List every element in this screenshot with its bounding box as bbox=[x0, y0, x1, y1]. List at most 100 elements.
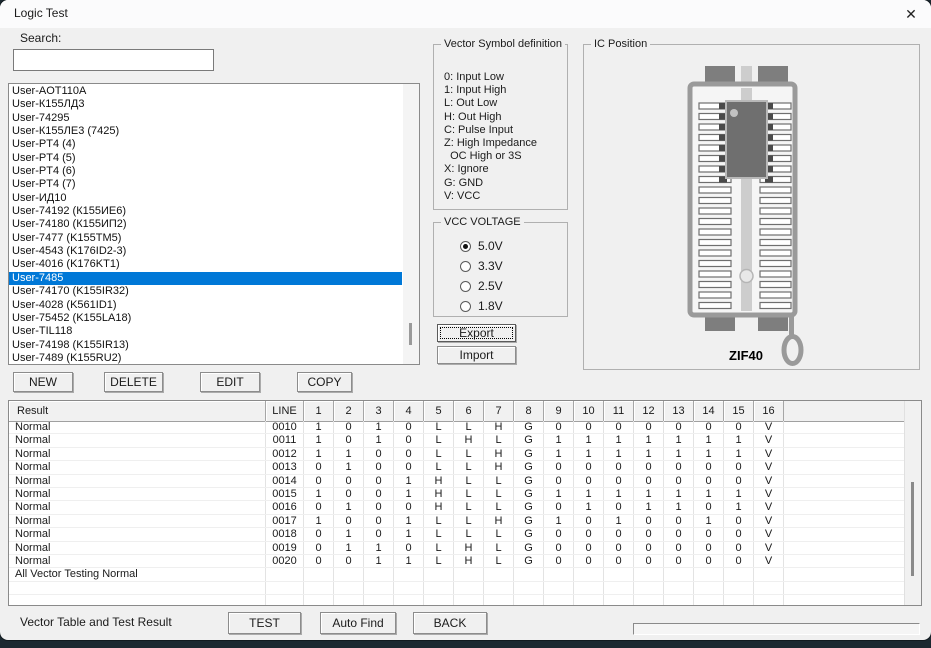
chip-list[interactable]: User-AOT110A User-К155ЛД3 User-74295 User-К… bbox=[8, 83, 420, 365]
cell-pin: H bbox=[454, 541, 484, 554]
cell-result: Normal bbox=[9, 434, 266, 447]
cell-pin: 1 bbox=[604, 447, 634, 461]
list-item[interactable]: User-К155ЛД3 bbox=[9, 98, 402, 111]
table-row[interactable]: Normal 0017 1 0 0 1 L L H G 1 0 1 0 0 1 0 V bbox=[9, 514, 905, 529]
cell-pin: 0 bbox=[574, 541, 604, 554]
table-row[interactable]: Normal 0011 1 0 1 0 L H L G 1 1 1 1 1 1 1 V bbox=[9, 434, 905, 448]
table-empty-row[interactable] bbox=[9, 595, 905, 605]
footer-label: Vector Table and Test Result bbox=[20, 615, 172, 629]
radio-icon[interactable] bbox=[460, 240, 471, 252]
cell-pin: 0 bbox=[364, 528, 394, 541]
table-row[interactable]: Normal 0018 0 1 0 1 L L L G 0 0 0 0 0 0 0 V bbox=[9, 528, 905, 542]
list-item[interactable]: User-4028 (K561ID1) bbox=[9, 299, 402, 312]
list-item[interactable]: User-74180 (К155ИП2) bbox=[9, 218, 402, 231]
table-row[interactable]: Normal 0014 0 0 0 1 H L L G 0 0 0 0 0 0 0 V bbox=[9, 474, 905, 488]
radio-icon[interactable] bbox=[460, 300, 471, 312]
list-item[interactable]: User-PT4 (5) bbox=[9, 152, 402, 165]
cell-pin: 1 bbox=[634, 501, 664, 514]
cell-pin bbox=[544, 568, 574, 581]
cell-result bbox=[9, 581, 266, 595]
new-button[interactable]: NEW bbox=[13, 372, 73, 392]
edit-button[interactable]: EDIT bbox=[200, 372, 260, 392]
cell-pin: H bbox=[454, 554, 484, 568]
list-scrollbar[interactable] bbox=[403, 84, 419, 364]
table-row[interactable]: Normal 0015 1 0 0 1 H L L G 1 1 1 1 1 1 1 V bbox=[9, 487, 905, 502]
cell-pin: G bbox=[514, 487, 544, 501]
cell-pin: L bbox=[454, 447, 484, 461]
cell-filler bbox=[784, 475, 905, 487]
cell-pin: 0 bbox=[604, 554, 634, 568]
table-row[interactable]: Normal 0019 0 1 1 0 L H L G 0 0 0 0 0 0 0 V bbox=[9, 541, 905, 555]
table-scrollbar-thumb[interactable] bbox=[911, 482, 914, 576]
cell-pin: 1 bbox=[304, 447, 334, 461]
list-item[interactable]: User-74170 (K155IR32) bbox=[9, 285, 402, 298]
list-item[interactable]: User-PT4 (6) bbox=[9, 165, 402, 178]
delete-button[interactable]: DELETE bbox=[104, 372, 163, 392]
auto-find-button[interactable]: Auto Find bbox=[320, 612, 396, 634]
cell-line: 0013 bbox=[266, 461, 304, 474]
list-item[interactable]: User-7485 bbox=[9, 271, 402, 286]
list-item[interactable]: User-К155ЛЕ3 (7425) bbox=[9, 125, 402, 138]
window-title: Logic Test bbox=[14, 6, 68, 20]
cell-pin: 0 bbox=[634, 541, 664, 554]
cell-result: Normal bbox=[9, 421, 266, 434]
import-button[interactable]: Import bbox=[437, 346, 516, 364]
cell-pin: 0 bbox=[364, 501, 394, 514]
back-button[interactable]: BACK bbox=[413, 612, 487, 634]
cell-pin: 1 bbox=[394, 528, 424, 541]
radio-icon[interactable] bbox=[460, 280, 471, 292]
cell-pin: 0 bbox=[334, 554, 364, 568]
cell-pin: G bbox=[514, 434, 544, 447]
list-item[interactable]: User-4016 (K176KT1) bbox=[9, 258, 402, 271]
cell-pin: 0 bbox=[604, 541, 634, 554]
table-row[interactable]: Normal 0012 1 1 0 0 L L H G 1 1 1 1 1 1 1 V bbox=[9, 447, 905, 462]
cell-result: Normal bbox=[9, 474, 266, 487]
cell-pin bbox=[664, 581, 694, 595]
table-row[interactable]: Normal 0020 0 0 1 1 L H L G 0 0 0 0 0 0 0 V bbox=[9, 554, 905, 569]
vcc-option[interactable]: 5.0V bbox=[460, 236, 503, 256]
table-empty-row[interactable] bbox=[9, 581, 905, 596]
vcc-option[interactable]: 3.3V bbox=[460, 256, 503, 276]
cell-pin bbox=[664, 568, 694, 581]
list-item[interactable]: User-PT4 (7) bbox=[9, 178, 402, 191]
copy-button[interactable]: COPY bbox=[297, 372, 352, 392]
list-item[interactable]: User-AOT110A bbox=[9, 85, 402, 98]
list-item[interactable]: User-7477 (K155TM5) bbox=[9, 232, 402, 245]
cell-result: Normal bbox=[9, 447, 266, 461]
table-summary-row[interactable]: All Vector Testing Normal bbox=[9, 568, 905, 582]
cell-pin bbox=[754, 595, 784, 605]
export-button[interactable]: Export bbox=[437, 324, 516, 342]
list-item[interactable]: User-74295 bbox=[9, 112, 402, 125]
table-row[interactable]: Normal 0016 0 1 0 0 H L L G 0 1 0 1 1 0 1 V bbox=[9, 501, 905, 515]
list-scrollbar-thumb[interactable] bbox=[409, 323, 412, 345]
list-item[interactable]: User-PT4 (4) bbox=[9, 138, 402, 151]
test-button[interactable]: TEST bbox=[228, 612, 301, 634]
cell-line: 0018 bbox=[266, 528, 304, 541]
close-icon[interactable]: ✕ bbox=[900, 4, 922, 24]
table-row[interactable]: Normal 0013 0 1 0 0 L L H G 0 0 0 0 0 0 0 V bbox=[9, 461, 905, 475]
cell-pin: 1 bbox=[664, 447, 694, 461]
list-item[interactable]: User-74198 (K155IR13) bbox=[9, 339, 402, 352]
cell-pin: 0 bbox=[544, 474, 574, 487]
cell-pin: 0 bbox=[664, 514, 694, 528]
list-item[interactable]: User-ИД10 bbox=[9, 192, 402, 205]
vcc-option[interactable]: 2.5V bbox=[460, 276, 503, 296]
cell-pin: 1 bbox=[634, 447, 664, 461]
search-input[interactable] bbox=[13, 49, 214, 71]
vcc-option[interactable]: 1.8V bbox=[460, 296, 503, 316]
cell-pin: 1 bbox=[394, 514, 424, 528]
cell-pin bbox=[514, 568, 544, 581]
list-item[interactable]: User-7489 (K155RU2) bbox=[9, 352, 402, 364]
legend-line: Z: High Impedance bbox=[444, 137, 537, 150]
list-item[interactable]: User-75452 (K155LA18) bbox=[9, 312, 402, 325]
radio-icon[interactable] bbox=[460, 260, 471, 272]
cell-pin: 1 bbox=[664, 501, 694, 514]
table-row[interactable]: Normal 0010 1 0 1 0 L L H G 0 0 0 0 0 0 0 V bbox=[9, 421, 905, 435]
list-item[interactable]: User-TIL118 bbox=[9, 325, 402, 338]
cell-line: 0015 bbox=[266, 487, 304, 501]
list-item[interactable]: User-74192 (К155ИЕ6) bbox=[9, 205, 402, 218]
cell-pin: 1 bbox=[574, 487, 604, 501]
table-scrollbar[interactable] bbox=[904, 401, 921, 605]
cell-result: Normal bbox=[9, 461, 266, 474]
list-item[interactable]: User-4543 (K176ID2-3) bbox=[9, 245, 402, 258]
